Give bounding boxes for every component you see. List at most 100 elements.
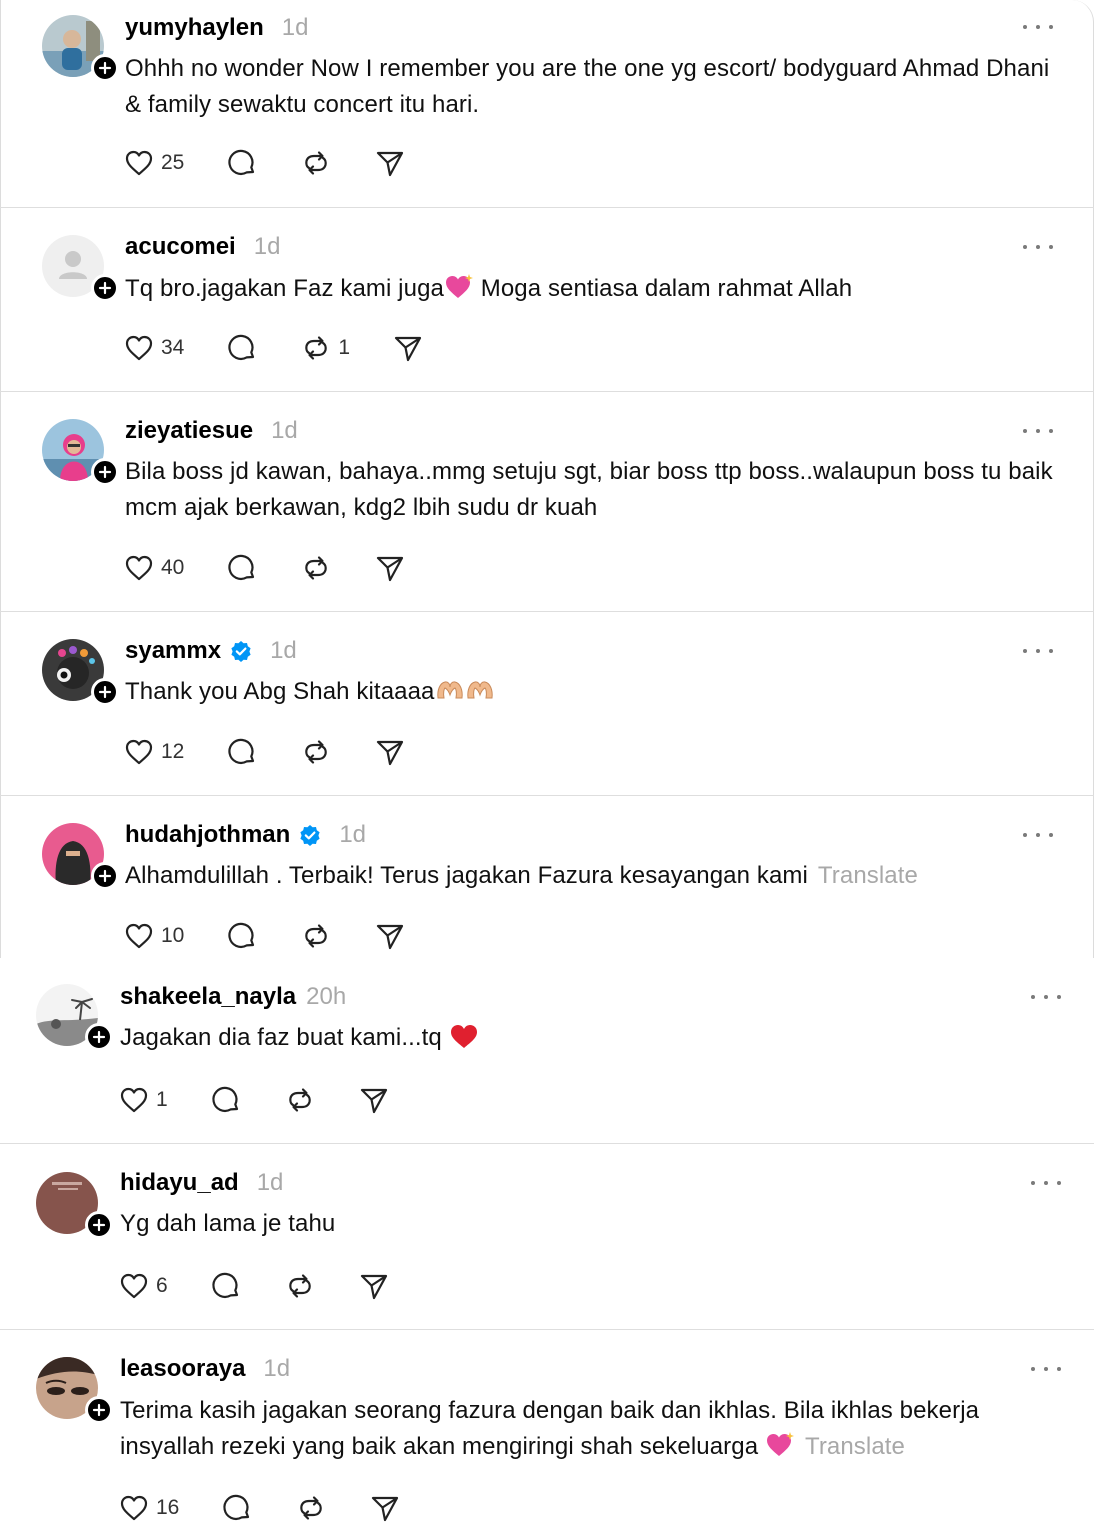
repost-button[interactable] [295,1492,327,1524]
like-count: 12 [161,740,185,763]
repost-button[interactable] [300,736,332,768]
avatar[interactable] [36,1172,113,1239]
follow-plus-icon[interactable] [91,274,119,302]
more-icon[interactable] [1023,21,1053,33]
red-heart-icon [450,1025,477,1048]
follow-plus-icon[interactable] [91,678,119,706]
repost-button[interactable]: 1 [300,332,350,364]
like-button[interactable]: 16 [118,1492,179,1524]
follow-plus-icon[interactable] [85,1023,113,1051]
avatar[interactable] [42,235,119,302]
action-bar: 1 [118,1082,432,1118]
like-count: 40 [161,556,185,579]
send-icon [377,151,404,177]
action-bar: 10 [123,918,448,954]
repost-count: 1 [338,336,351,359]
speech-bubble-icon [228,554,255,580]
reply-button[interactable] [226,332,258,364]
repost-icon [305,556,328,580]
follow-plus-icon[interactable] [91,54,119,82]
more-icon[interactable] [1023,829,1053,841]
post-text: Terima kasih jagakan seorang fazura deng… [120,1397,980,1460]
share-button[interactable] [374,552,406,584]
more-icon[interactable] [1023,425,1053,437]
follow-plus-icon[interactable] [85,1211,113,1239]
username[interactable]: zieyatiesue [125,417,253,445]
send-icon [360,1088,387,1114]
repost-icon [305,924,328,948]
avatar[interactable] [42,639,119,706]
more-icon[interactable] [1023,241,1053,253]
follow-plus-icon[interactable] [85,1396,113,1424]
post-text: Ohhh no wonder Now I remember you are th… [125,55,1050,118]
send-icon [372,1496,399,1522]
more-icon[interactable] [1023,645,1053,657]
repost-button[interactable] [284,1270,316,1302]
timestamp: 1d [253,233,281,260]
avatar[interactable] [36,1357,113,1424]
like-button[interactable]: 34 [123,332,184,364]
timestamp: 1d [263,1355,291,1382]
share-button[interactable] [358,1270,390,1302]
reply-button[interactable] [210,1270,242,1302]
username[interactable]: hidayu_ad [120,1169,239,1197]
share-button[interactable] [358,1084,390,1116]
repost-button[interactable] [300,920,332,952]
heart-outline-icon [125,335,153,361]
avatar[interactable] [36,984,113,1051]
repost-icon [300,1496,323,1520]
repost-button[interactable] [284,1084,316,1116]
follow-plus-icon[interactable] [91,862,119,890]
like-button[interactable]: 25 [123,147,184,179]
reply-button[interactable] [226,147,258,179]
translate-link[interactable]: Translate [805,1433,905,1460]
reply-button[interactable] [210,1084,242,1116]
more-icon[interactable] [1031,991,1061,1003]
translate-link[interactable]: Translate [818,862,918,889]
sparkling-heart-icon [445,274,473,298]
action-bar: 34 1 [123,330,466,366]
action-bar: 6 [118,1268,432,1304]
speech-bubble-icon [228,334,255,360]
reply-button[interactable] [221,1492,253,1524]
share-button[interactable] [392,332,424,364]
repost-button[interactable] [300,147,332,179]
like-button[interactable]: 6 [118,1270,168,1302]
follow-plus-icon[interactable] [91,458,119,486]
post-card: syammx 1d Thank you Abg Shah kitaaaa 12 [0,612,1094,796]
send-icon [377,740,404,766]
username[interactable]: hudahjothman [125,821,290,849]
avatar[interactable] [42,419,119,486]
share-button[interactable] [374,920,406,952]
action-bar: 16 [118,1490,443,1526]
like-count: 25 [161,151,185,174]
reply-button[interactable] [226,920,258,952]
share-button[interactable] [374,736,406,768]
heart-outline-icon [120,1495,148,1521]
post-text: Bila boss jd kawan, bahaya..mmg setuju s… [125,458,1053,521]
username[interactable]: leasooraya [120,1355,245,1383]
username[interactable]: shakeela_nayla [120,983,296,1011]
like-button[interactable]: 1 [118,1084,168,1116]
repost-button[interactable] [300,552,332,584]
more-icon[interactable] [1031,1177,1061,1189]
like-button[interactable]: 12 [123,736,184,768]
username[interactable]: yumyhaylen [125,14,264,42]
share-button[interactable] [374,147,406,179]
action-bar: 12 [123,734,448,770]
like-button[interactable]: 10 [123,920,184,952]
speech-bubble-icon [228,149,255,175]
reply-button[interactable] [226,736,258,768]
heart-outline-icon [125,555,153,581]
avatar[interactable] [42,15,119,82]
avatar[interactable] [42,823,119,890]
username[interactable]: syammx [125,637,221,665]
username[interactable]: acucomei [125,233,236,261]
more-icon[interactable] [1031,1363,1061,1375]
like-button[interactable]: 40 [123,552,184,584]
repost-icon [305,336,328,360]
share-button[interactable] [369,1492,401,1524]
reply-button[interactable] [226,552,258,584]
heart-outline-icon [125,923,153,949]
like-count: 16 [156,1496,180,1519]
